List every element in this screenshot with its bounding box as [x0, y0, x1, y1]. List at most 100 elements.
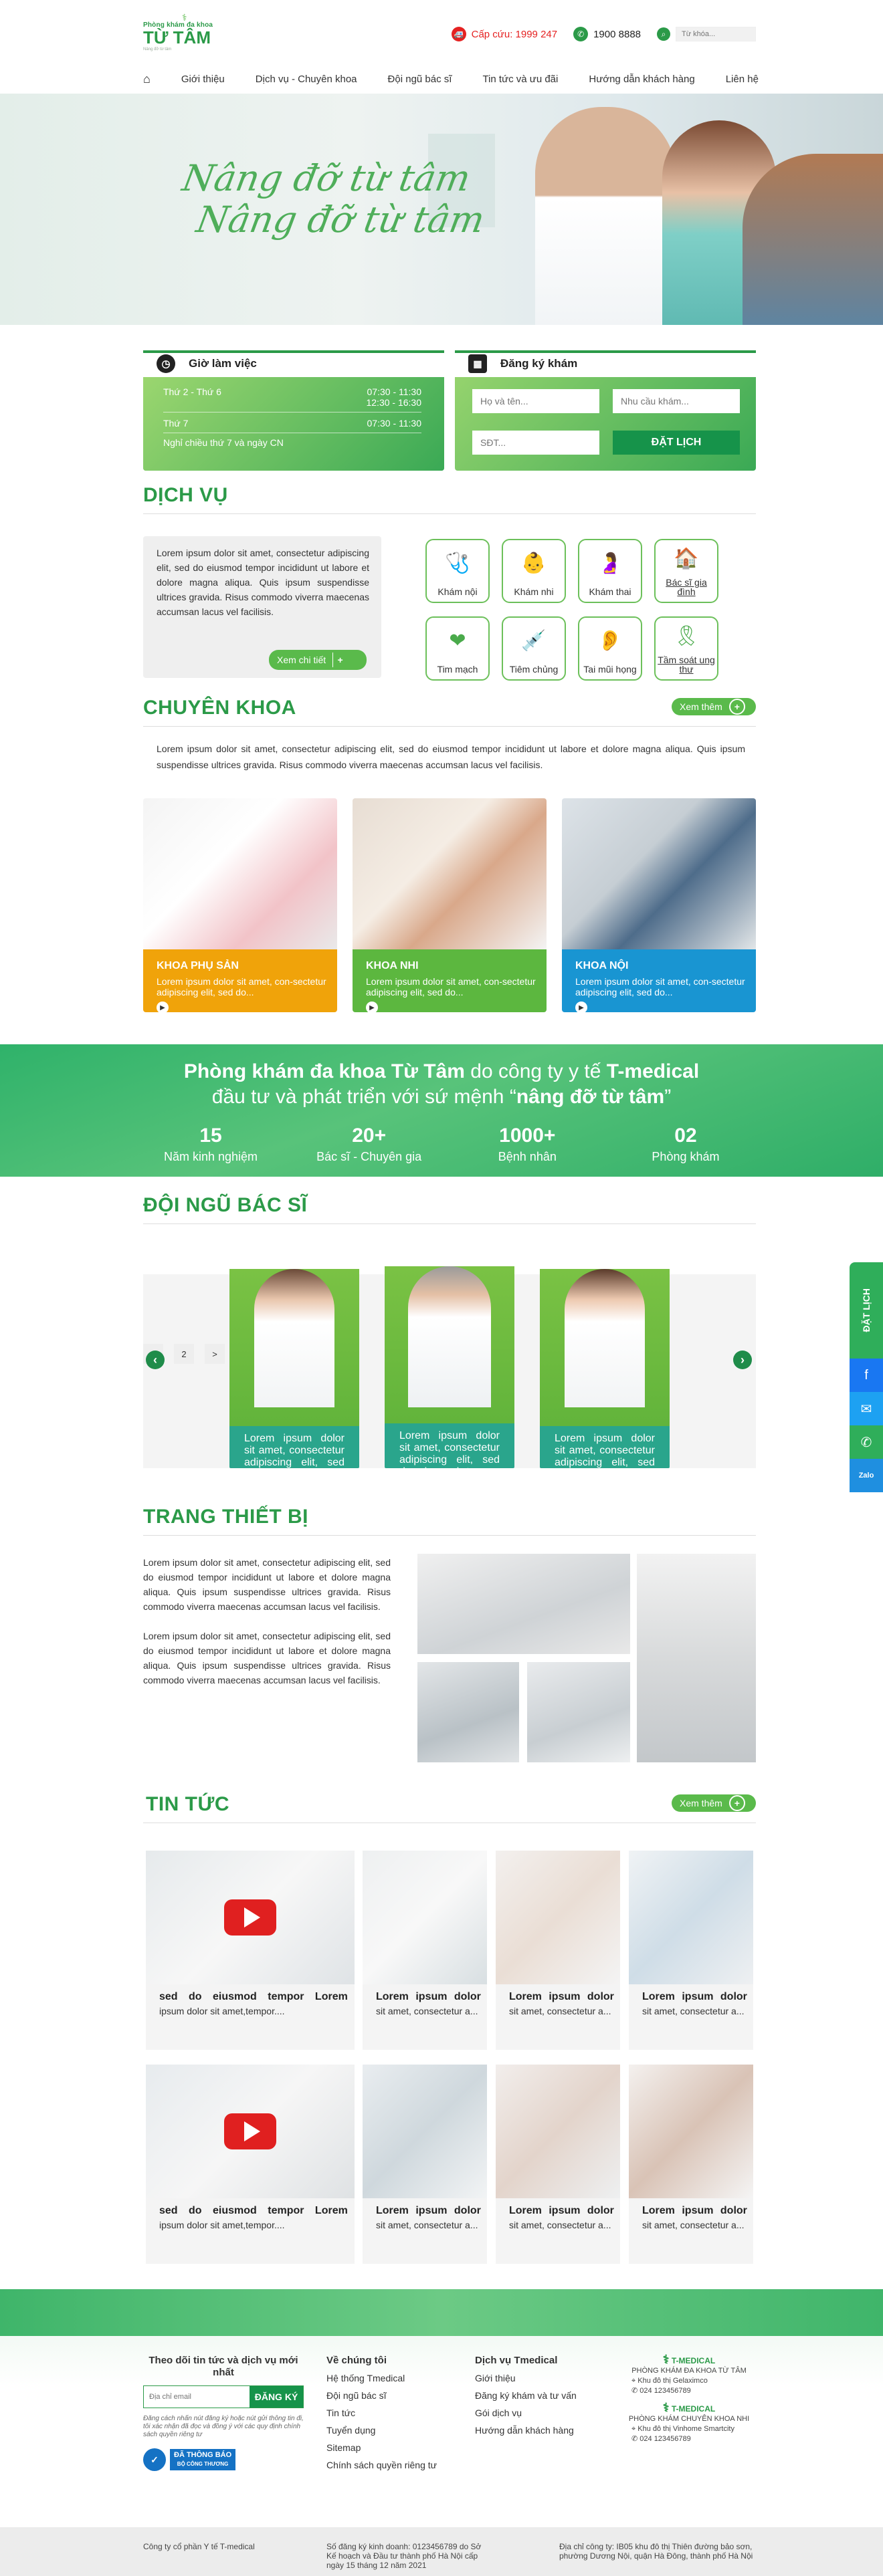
stethoscope-icon: 🩺 [445, 552, 470, 574]
logo-name: TỪ TÂM [143, 27, 211, 47]
footer-link[interactable]: Tin tức [326, 2404, 437, 2422]
news-title-text: Lorem ipsum dolor [376, 2205, 481, 2216]
news-image [363, 2065, 487, 2198]
nav-item-intro[interactable]: Giới thiệu [181, 74, 225, 85]
footer-link[interactable]: Tuyển dụng [326, 2422, 437, 2439]
specialty-more-label: Xem thêm [680, 701, 722, 712]
footer-link[interactable]: Giới thiệu [475, 2369, 577, 2387]
footer-services-title: Dịch vụ Tmedical [475, 2355, 558, 2366]
nav-item-contact[interactable]: Liên hệ [726, 74, 759, 85]
news-card[interactable]: Lorem ipsum dolor sit amet, consectetur … [629, 2065, 753, 2264]
booking-title: Đăng ký khám [500, 357, 578, 370]
service-vaccination[interactable]: 💉 Tiêm chủng [502, 616, 566, 681]
business-license: Số đăng ký kinh doanh: 0123456789 do Sở … [326, 2542, 482, 2570]
footer-link[interactable]: Đăng ký khám và tư vấn [475, 2387, 577, 2404]
baby-icon: 👶 [521, 552, 547, 574]
messenger-icon[interactable]: ✉ [850, 1392, 883, 1425]
news-video-card[interactable]: sed do eiusmod tempor Lorem ipsum dolor … [146, 1851, 355, 2050]
page-next[interactable]: > [205, 1344, 225, 1364]
footer-link[interactable]: Hướng dẫn khách hàng [475, 2422, 577, 2439]
zalo-icon[interactable]: Zalo [850, 1459, 883, 1492]
sidebar-book-button[interactable]: ĐẶT LỊCH [850, 1262, 883, 1359]
equipment-paragraph: Lorem ipsum dolor sit amet, consectetur … [143, 1557, 391, 1612]
service-cardiology[interactable]: ❤ Tim mạch [425, 616, 490, 681]
nav-item-services[interactable]: Dịch vụ - Chuyên khoa [256, 74, 357, 85]
name-input[interactable] [472, 389, 599, 413]
services-detail-button[interactable]: Xem chi tiết + [269, 650, 367, 670]
stat-number: 20+ [352, 1125, 387, 1147]
service-family-doctor[interactable]: 🏠 Bác sĩ gia đình [654, 539, 718, 603]
service-label: Khám nhi [514, 586, 554, 597]
specialty-image [143, 798, 337, 949]
nav-item-news[interactable]: Tin tức và ưu đãi [482, 74, 558, 85]
news-title-text: Lorem ipsum dolor [376, 1991, 481, 2002]
footer-link[interactable]: Gói dịch vụ [475, 2404, 577, 2422]
hours-weekday-label: Thứ 2 - Thứ 6 [163, 386, 221, 397]
doctor-desc: Lorem ipsum dolor sit amet, consectetur … [540, 1426, 670, 1468]
hotline-contact[interactable]: ✆ 1900 8888 [573, 27, 641, 41]
doctor-card[interactable]: Lorem ipsum dolor sit amet, consectetur … [385, 1250, 514, 1468]
news-card[interactable]: Lorem ipsum dolor sit amet, consectetur … [363, 2065, 487, 2264]
arrow-right-icon[interactable]: ▶ [575, 1002, 587, 1012]
nav-item-doctors[interactable]: Đội ngũ bác sĩ [388, 74, 452, 85]
service-cancer-screening[interactable]: 🎗 Tầm soát ung thư [654, 616, 718, 681]
footer-link[interactable]: Đội ngũ bác sĩ [326, 2387, 437, 2404]
specialty-title: CHUYÊN KHOA [143, 697, 296, 719]
page-2[interactable]: 2 [174, 1344, 194, 1364]
nav-item-guide[interactable]: Hướng dẫn khách hàng [589, 74, 694, 85]
service-label: Tầm soát ung thư [658, 655, 715, 675]
phone-icon[interactable]: ✆ [850, 1425, 883, 1459]
emergency-contact[interactable]: 🚑 Cấp cứu: 1999 247 [451, 27, 557, 41]
news-image [146, 2065, 355, 2198]
service-pregnancy[interactable]: 🤰 Khám thai [578, 539, 642, 603]
stat-label: Bệnh nhân [498, 1150, 557, 1163]
stat-label: Năm kinh nghiệm [163, 1150, 258, 1163]
need-input[interactable] [613, 389, 740, 413]
news-card[interactable]: Lorem ipsum dolor sit amet, consectetur … [496, 1851, 620, 2050]
logo[interactable]: ⚕ Phòng khám đa khoa TỪ TÂM Nâng đỡ từ t… [143, 12, 243, 51]
arrow-right-icon[interactable]: ▶ [157, 1002, 169, 1012]
specialty-card-pediatrics[interactable]: KHOA NHI Lorem ipsum dolor sit amet, con-… [353, 798, 547, 1012]
arrow-right-icon[interactable]: ▶ [366, 1002, 378, 1012]
news-more-button[interactable]: Xem thêm + [672, 1794, 756, 1812]
specialty-card-name: KHOA NHI [366, 960, 419, 971]
play-icon[interactable] [224, 1899, 276, 1936]
phone-input[interactable] [472, 431, 599, 455]
search-input[interactable] [676, 27, 756, 41]
chevron-left-icon[interactable]: ‹ [146, 1351, 165, 1369]
ministry-badge[interactable]: ✓ ĐÃ THÔNG BÁO BỘ CÔNG THƯƠNG [143, 2448, 250, 2471]
specialty-card-internal[interactable]: KHOA NỘI Lorem ipsum dolor sit amet, con-… [562, 798, 756, 1012]
hours-divider [163, 412, 421, 413]
news-card[interactable]: Lorem ipsum dolor sit amet, consectetur … [496, 2065, 620, 2264]
chevron-right-icon[interactable]: › [733, 1351, 752, 1369]
footer-services: Dịch vụ Tmedical Giới thiệu Đăng ký khám… [475, 2353, 577, 2439]
search-icon[interactable]: ⌕ [657, 27, 670, 41]
book-button[interactable]: ĐẶT LỊCH [613, 431, 740, 455]
footer-link[interactable]: Chính sách quyền riêng tư [326, 2456, 437, 2474]
news-card[interactable]: Lorem ipsum dolor sit amet, consectetur … [363, 1851, 487, 2050]
company-name: Công ty cổ phần Y tế T-medical [143, 2542, 255, 2551]
service-internal[interactable]: 🩺 Khám nội [425, 539, 490, 603]
logo-icon: ⚕ [662, 2353, 670, 2366]
specialty-more-button[interactable]: Xem thêm + [672, 698, 756, 715]
email-field[interactable] [144, 2386, 250, 2408]
footer-clinics: ⚕ T-MEDICAL PHÒNG KHÁM ĐA KHOA TỪ TÂM ⌖ … [622, 2353, 756, 2444]
service-pediatric[interactable]: 👶 Khám nhi [502, 539, 566, 603]
doctor-card[interactable]: Lorem ipsum dolor sit amet, consectetur … [229, 1250, 359, 1468]
news-desc-text: sit amet, consectetur a... [509, 2006, 611, 2016]
play-icon[interactable] [224, 2113, 276, 2149]
home-icon[interactable]: ⌂ [143, 72, 151, 86]
footer-about-title: Về chúng tôi [326, 2355, 387, 2366]
service-ent[interactable]: 👂 Tai mũi họng [578, 616, 642, 681]
badge-line2: BỘ CÔNG THƯƠNG [177, 2461, 229, 2467]
footer-link[interactable]: Sitemap [326, 2439, 437, 2456]
facebook-icon[interactable]: f [850, 1359, 883, 1392]
ribbon-icon: 🎗 [673, 625, 700, 647]
news-video-card[interactable]: sed do eiusmod tempor Lorem ipsum dolor … [146, 2065, 355, 2264]
register-button[interactable]: ĐĂNG KÝ [250, 2386, 303, 2408]
doctor-card[interactable]: Lorem ipsum dolor sit amet, consectetur … [540, 1250, 670, 1468]
specialty-card-obstetrics[interactable]: KHOA PHỤ SẢN Lorem ipsum dolor sit amet, … [143, 798, 337, 1012]
footer-link[interactable]: Hệ thống Tmedical [326, 2369, 437, 2387]
specialty-image [353, 798, 547, 949]
news-card[interactable]: Lorem ipsum dolor sit amet, consectetur … [629, 1851, 753, 2050]
